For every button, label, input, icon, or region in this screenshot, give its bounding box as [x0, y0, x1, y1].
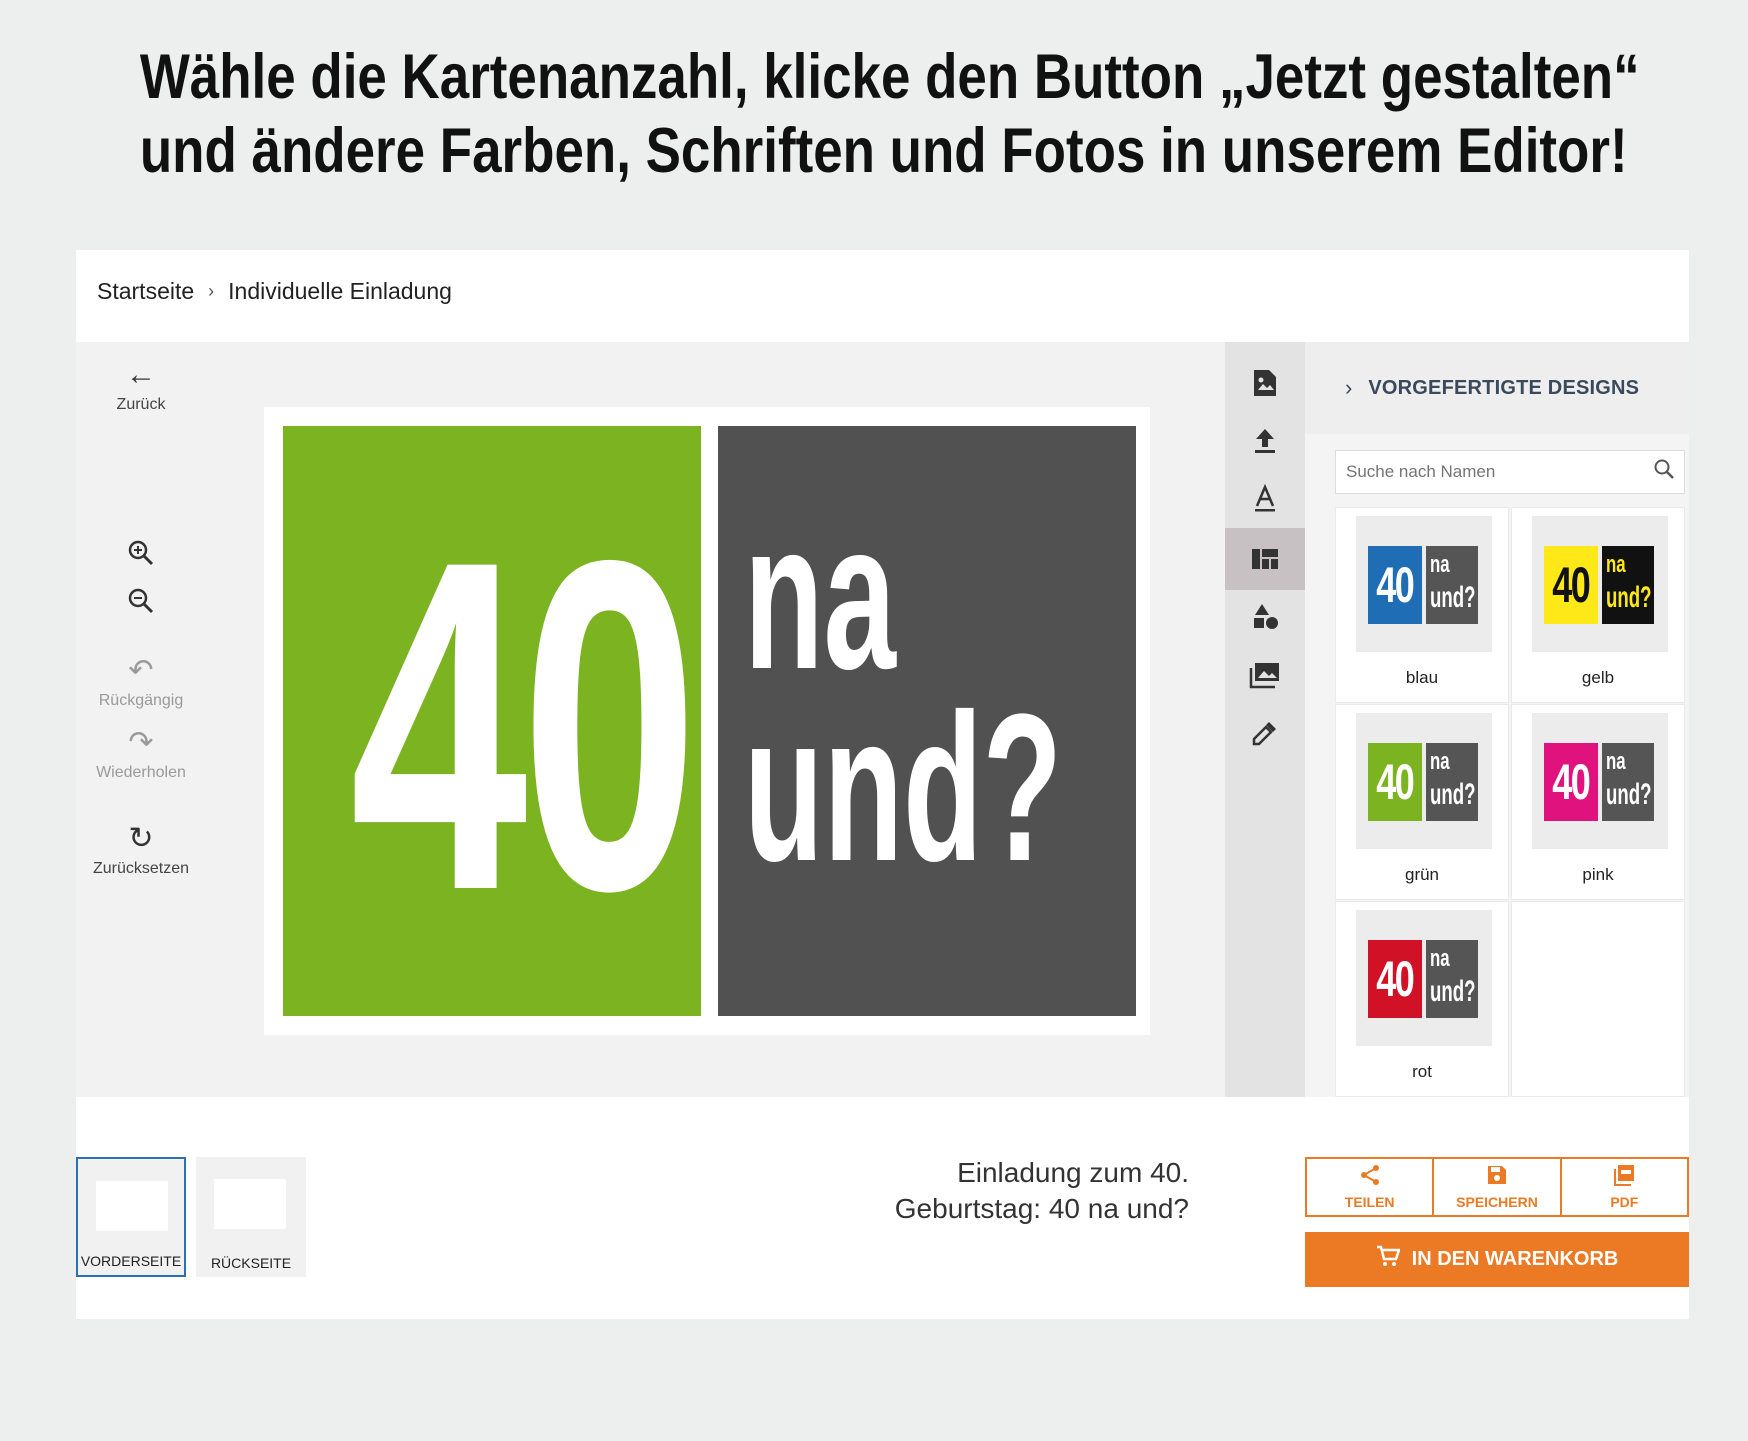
share-button[interactable]: TEILEN [1305, 1157, 1435, 1217]
refresh-icon: ↻ [128, 822, 154, 855]
page-preview [214, 1179, 286, 1229]
layout-icon[interactable] [1225, 528, 1305, 590]
save-button[interactable]: SPEICHERN [1432, 1157, 1562, 1217]
design-thumbnail: 40 na und? [1356, 910, 1492, 1046]
design-tile-gruen[interactable]: 40 na und? grün [1335, 704, 1509, 900]
zoom-out-button[interactable] [76, 586, 206, 621]
arrow-left-icon: ← [126, 358, 156, 391]
design-name: pink [1582, 865, 1614, 884]
eyedropper-icon[interactable] [1225, 702, 1305, 764]
design-tile-pink[interactable]: 40 na und? pink [1511, 704, 1685, 900]
design-name: rot [1412, 1062, 1432, 1081]
canvas-number-panel[interactable]: 40 [283, 426, 701, 1016]
bottom-bar: VORDERSEITE RÜCKSEITE Einladung zum 40. … [76, 1097, 1689, 1319]
design-search[interactable] [1335, 450, 1685, 494]
designs-panel-header[interactable]: › VORGEFERTIGTE DESIGNS [1305, 342, 1689, 434]
zoom-out-icon [128, 588, 154, 614]
pdf-button[interactable]: PDF [1559, 1157, 1689, 1217]
editor-area: ← Zurück ↶ Rückgängig ↷ Wiederholen ↻ Zu… [76, 342, 1689, 1097]
design-tile-blau[interactable]: 40 na und? blau [1335, 507, 1509, 703]
design-name: blau [1405, 668, 1439, 687]
breadcrumb-current: Individuelle Einladung [228, 278, 452, 304]
canvas-text-panel[interactable]: na und? [718, 426, 1136, 1016]
zoom-in-button[interactable] [76, 538, 206, 573]
reset-label: Zurücksetzen [92, 860, 190, 877]
photos-icon[interactable] [1225, 644, 1305, 706]
design-tile-gelb[interactable]: 40 na und? gelb [1511, 507, 1685, 703]
headline-line-1: Wähle die Kartenanzahl, klicke den Butto… [139, 42, 1640, 112]
text-icon[interactable] [1225, 468, 1305, 530]
design-thumbnail: 40 na und? [1356, 713, 1492, 849]
redo-label: Wiederholen [96, 764, 186, 781]
save-label: SPEICHERN [1456, 1194, 1538, 1210]
breadcrumb-separator-icon: › [208, 281, 215, 301]
design-name: gelb [1581, 668, 1615, 687]
design-tile-empty [1511, 901, 1685, 1097]
chevron-right-icon: › [1345, 375, 1353, 400]
product-title-line-2: Geburtstag: 40 na und? [894, 1193, 1189, 1224]
share-label: TEILEN [1344, 1194, 1395, 1210]
back-label: Zurück [116, 396, 166, 413]
add-to-cart-button[interactable]: IN DEN WARENKORB [1305, 1232, 1689, 1287]
tool-icon-bar [1225, 342, 1305, 1097]
design-thumbnail: 40 na und? [1356, 516, 1492, 652]
redo-icon: ↷ [128, 726, 154, 759]
back-button[interactable]: ← Zurück [76, 358, 206, 414]
undo-label: Rückgängig [98, 692, 184, 709]
design-name: grün [1404, 865, 1440, 884]
shapes-icon[interactable] [1225, 586, 1305, 648]
canvas-line2-text[interactable]: und? [744, 683, 1062, 893]
search-icon[interactable] [1644, 458, 1684, 486]
page-preview [96, 1181, 168, 1231]
breadcrumb-home[interactable]: Startseite [97, 278, 194, 305]
editor-app: Startseite › Individuelle Einladung ← Zu… [76, 250, 1689, 1319]
pdf-label: PDF [1610, 1194, 1639, 1210]
headline-line-2: und ändere Farben, Schriften und Fotos i… [139, 116, 1628, 186]
breadcrumb: Startseite › Individuelle Einladung [97, 278, 452, 305]
undo-button[interactable]: ↶ Rückgängig [76, 654, 206, 710]
save-icon [1486, 1164, 1508, 1190]
designs-panel-title: VORGEFERTIGTE DESIGNS [1368, 376, 1640, 399]
image-edit-icon[interactable] [1225, 352, 1305, 414]
page-back-tab[interactable]: RÜCKSEITE [196, 1157, 306, 1277]
canvas-line1-text[interactable]: na [744, 491, 896, 701]
product-title-line-1: Einladung zum 40. [957, 1157, 1189, 1188]
designs-panel: › VORGEFERTIGTE DESIGNS 40naund? blau [1305, 342, 1689, 1097]
design-thumbnail: 40 na und? [1532, 713, 1668, 849]
page-back-label: RÜCKSEITE [210, 1255, 292, 1271]
redo-button[interactable]: ↷ Wiederholen [76, 726, 206, 782]
pdf-icon [1613, 1164, 1635, 1190]
canvas-number-text[interactable]: 40 [350, 446, 699, 1006]
product-title: Einladung zum 40. Geburtstag: 40 na und? [895, 1155, 1189, 1227]
page-front-label: VORDERSEITE [80, 1253, 182, 1269]
reset-button[interactable]: ↻ Zurücksetzen [76, 822, 206, 878]
search-input[interactable] [1344, 461, 1644, 483]
share-icon [1359, 1164, 1381, 1190]
action-buttons: TEILEN SPEICHERN PDF [1305, 1157, 1689, 1217]
undo-icon: ↶ [128, 654, 154, 687]
design-thumbnail: 40 na und? [1532, 516, 1668, 652]
add-to-cart-label: IN DEN WARENKORB [1411, 1248, 1619, 1270]
card-canvas[interactable]: 40 na und? [264, 407, 1150, 1035]
page-headline: Wähle die Kartenanzahl, klicke den Butto… [0, 40, 1748, 188]
zoom-in-icon [128, 540, 154, 566]
cart-icon [1376, 1244, 1401, 1275]
design-tile-rot[interactable]: 40 na und? rot [1335, 901, 1509, 1097]
upload-icon[interactable] [1225, 410, 1305, 472]
page-front-tab[interactable]: VORDERSEITE [76, 1157, 186, 1277]
